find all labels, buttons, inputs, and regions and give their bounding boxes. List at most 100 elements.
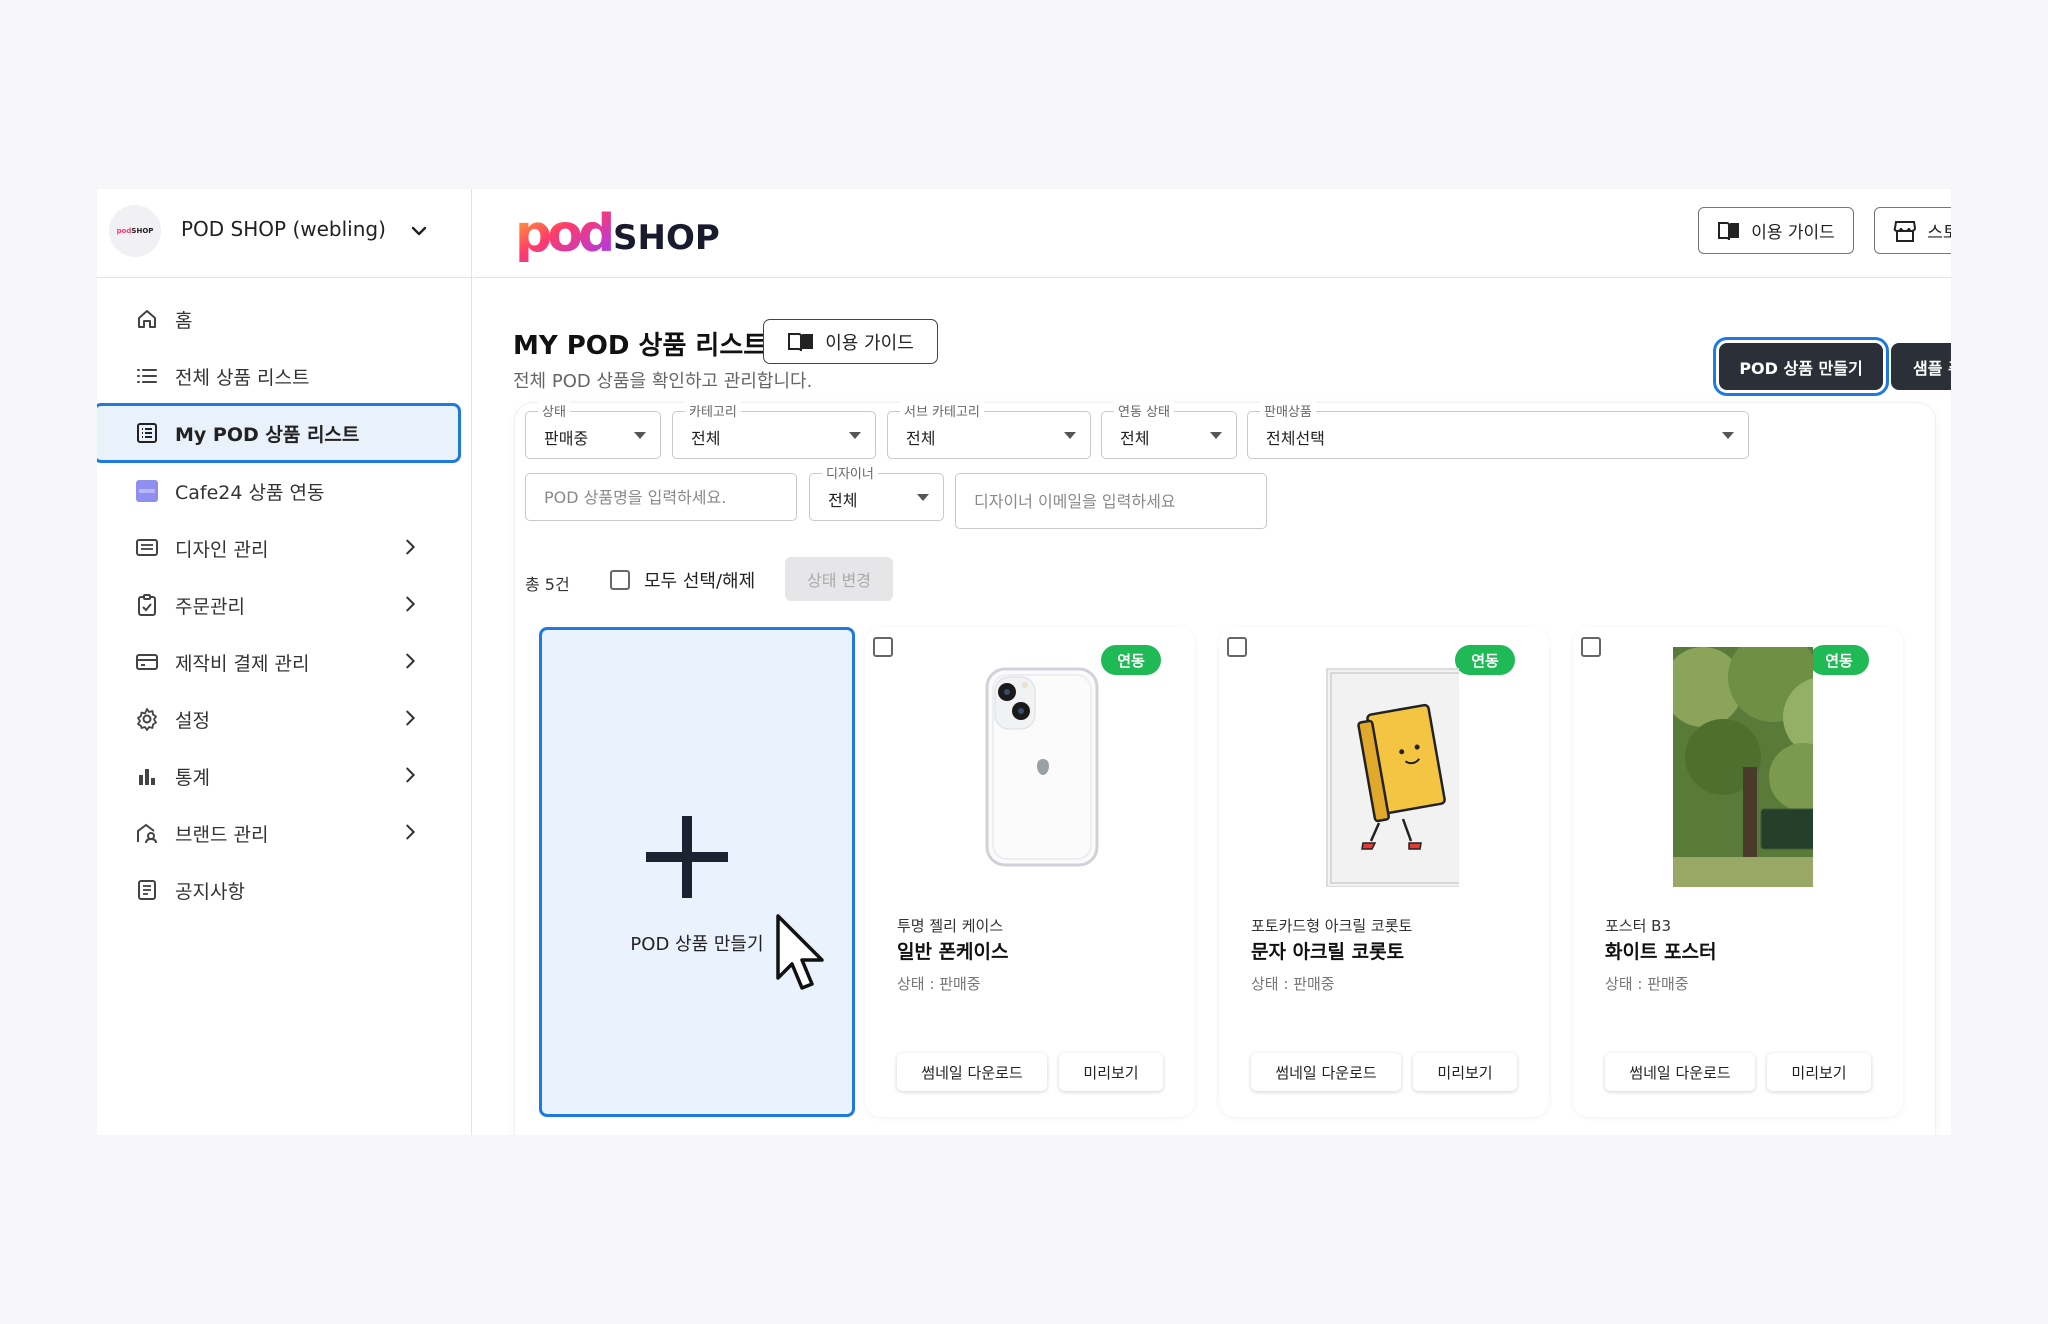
- page-guide-button[interactable]: 이용 가이드: [763, 319, 938, 364]
- sidebar-item-my-pod-products[interactable]: My POD 상품 리스트: [97, 403, 461, 463]
- top-header: pod SHOP 이용 가이드 스토어 관리: [473, 189, 1951, 278]
- chevron-down-icon[interactable]: [407, 219, 431, 243]
- acrylic-photocard-image: [1326, 668, 1459, 887]
- cafe24-icon: [136, 480, 158, 502]
- order-sample-button[interactable]: 샘플 주문하기: [1891, 343, 1951, 390]
- checkbox[interactable]: [610, 570, 630, 590]
- pod-shop-logo[interactable]: pod SHOP: [515, 201, 745, 271]
- sidebar-item-label: 설정: [175, 710, 210, 732]
- product-status: 상태 : 판매중: [1605, 975, 1689, 993]
- caret-down-icon: [1064, 432, 1076, 439]
- shop-switcher[interactable]: pod SHOP POD SHOP (webling): [97, 189, 472, 278]
- shop-name: POD SHOP (webling): [181, 217, 386, 241]
- total-count: 총 5건: [525, 575, 570, 594]
- create-product-card[interactable]: POD 상품 만들기: [539, 627, 855, 1117]
- page-subtitle: 전체 POD 상품을 확인하고 관리합니다.: [513, 371, 813, 392]
- category-select[interactable]: 카테고리 전체: [672, 401, 876, 459]
- chevron-right-icon: [406, 539, 416, 555]
- clipboard-check-icon: [138, 594, 156, 616]
- sidebar-item-orders[interactable]: 주문관리: [97, 576, 472, 633]
- linked-badge: 연동: [1455, 645, 1515, 675]
- app-window: pod SHOP POD SHOP (webling) 홈 전체 상품 리스트 M…: [97, 189, 1951, 1135]
- product-name: 문자 아크릴 코롯토: [1251, 941, 1405, 963]
- sidebar: pod SHOP POD SHOP (webling) 홈 전체 상품 리스트 M…: [97, 189, 472, 1135]
- sidebar-item-label: My POD 상품 리스트: [175, 424, 360, 446]
- sidebar-item-label: Cafe24 상품 연동: [175, 482, 325, 504]
- preview-button[interactable]: 미리보기: [1413, 1053, 1517, 1091]
- list-icon: [137, 369, 157, 383]
- sidebar-item-cafe24[interactable]: Cafe24 상품 연동: [97, 462, 472, 519]
- product-checkbox[interactable]: [873, 637, 893, 657]
- product-category: 포스터 B3: [1605, 917, 1672, 935]
- sidebar-item-label: 제작비 결제 관리: [175, 653, 310, 675]
- sidebar-item-settings[interactable]: 설정: [97, 690, 472, 747]
- phone-case-image: [985, 667, 1099, 867]
- caret-down-icon: [849, 432, 861, 439]
- chevron-right-icon: [406, 710, 416, 726]
- product-category: 포토카드형 아크릴 코롯토: [1251, 917, 1413, 935]
- designer-email-input[interactable]: [955, 473, 1267, 529]
- sidebar-item-label: 브랜드 관리: [175, 824, 269, 846]
- bar-chart-icon: [139, 769, 155, 785]
- download-thumbnail-button[interactable]: 썸네일 다운로드: [897, 1053, 1047, 1091]
- notice-icon: [138, 880, 156, 900]
- product-name-input[interactable]: [525, 473, 797, 521]
- sidebar-item-production-payment[interactable]: 제작비 결제 관리: [97, 633, 472, 690]
- product-card[interactable]: 연동 포토카드형 아크릴 코롯토 문자 아크릴 코롯토 상태: 판매중 썸네일…: [1219, 627, 1549, 1117]
- product-card[interactable]: 연동 포스터 B3 화이트 포스터 상태 : 판매중 썸네일 다운로드 미리보기: [1573, 627, 1903, 1117]
- preview-button[interactable]: 미리보기: [1767, 1053, 1871, 1091]
- poster-image: [1673, 647, 1813, 887]
- caret-down-icon: [634, 432, 646, 439]
- sidebar-item-all-products[interactable]: 전체 상품 리스트: [97, 347, 472, 404]
- sidebar-item-brand[interactable]: 브랜드 관리: [97, 804, 472, 861]
- download-thumbnail-button[interactable]: 썸네일 다운로드: [1251, 1053, 1401, 1091]
- design-icon: [136, 539, 158, 556]
- brand-icon: [137, 823, 157, 844]
- sales-product-select[interactable]: 판매상품 전체선택: [1247, 401, 1749, 459]
- book-icon: [788, 332, 814, 351]
- sidebar-item-label: 디자인 관리: [175, 539, 269, 561]
- product-status: 상태 : 판매중: [897, 975, 981, 993]
- product-name: 화이트 포스터: [1605, 941, 1717, 963]
- sidebar-item-label: 전체 상품 리스트: [175, 367, 310, 389]
- product-status: 상태 : 판매중: [1251, 975, 1335, 993]
- credit-card-icon: [136, 654, 158, 670]
- sidebar-item-stats[interactable]: 통계: [97, 747, 472, 804]
- usage-guide-button[interactable]: 이용 가이드: [1698, 207, 1854, 254]
- chevron-right-icon: [406, 824, 416, 840]
- product-card[interactable]: 연동 투명 젤리 케이스 일반 폰케이스 상태 : 판매중 썸네일 다운로드 미…: [865, 627, 1195, 1117]
- chevron-right-icon: [406, 596, 416, 612]
- linked-badge: 연동: [1101, 645, 1161, 675]
- gear-icon: [137, 708, 157, 731]
- sidebar-item-design[interactable]: 디자인 관리: [97, 519, 472, 576]
- sidebar-item-label: 홈: [175, 310, 193, 332]
- store-manage-button[interactable]: 스토어 관리: [1874, 207, 1951, 254]
- link-status-select[interactable]: 연동 상태 전체: [1101, 401, 1237, 459]
- select-all-checkbox[interactable]: 모두 선택/해제: [610, 567, 755, 593]
- shop-logo: pod SHOP: [109, 205, 161, 257]
- caret-down-icon: [917, 494, 929, 501]
- home-icon: [138, 310, 156, 328]
- store-icon: [1893, 220, 1917, 242]
- sidebar-item-notices[interactable]: 공지사항: [97, 861, 472, 918]
- linked-badge: 연동: [1809, 645, 1869, 675]
- create-pod-product-button[interactable]: POD 상품 만들기: [1713, 337, 1889, 396]
- change-state-button[interactable]: 상태 변경: [785, 557, 893, 601]
- subcategory-select[interactable]: 서브 카테고리 전체: [887, 401, 1091, 459]
- status-select[interactable]: 상태 판매중: [525, 401, 661, 459]
- designer-select[interactable]: 디자이너 전체: [809, 463, 944, 521]
- mouse-cursor-icon: [776, 914, 824, 990]
- product-checkbox[interactable]: [1227, 637, 1247, 657]
- chevron-right-icon: [406, 653, 416, 669]
- product-category: 투명 젤리 케이스: [897, 917, 1004, 935]
- product-name: 일반 폰케이스: [897, 941, 1009, 963]
- preview-button[interactable]: 미리보기: [1059, 1053, 1163, 1091]
- book-icon: [1718, 221, 1740, 240]
- product-checkbox[interactable]: [1581, 637, 1601, 657]
- svg-text:SHOP: SHOP: [613, 218, 720, 258]
- download-thumbnail-button[interactable]: 썸네일 다운로드: [1605, 1053, 1755, 1091]
- sidebar-item-label: 공지사항: [175, 881, 245, 903]
- sidebar-item-label: 통계: [175, 767, 210, 789]
- page-title: MY POD 상품 리스트: [513, 331, 768, 361]
- sidebar-item-home[interactable]: 홈: [97, 290, 472, 347]
